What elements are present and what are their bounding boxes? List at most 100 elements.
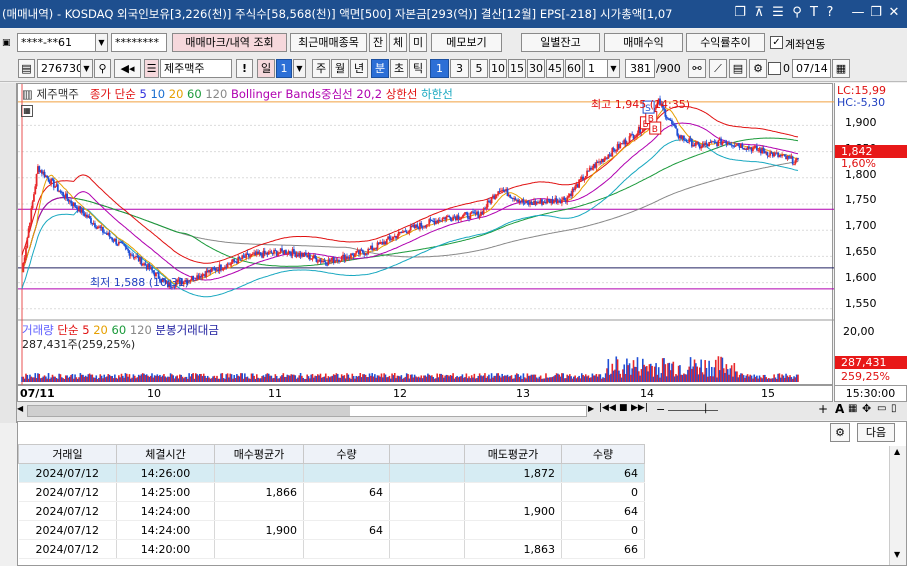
interval-1-button[interactable]: 1 bbox=[430, 59, 449, 78]
table-row[interactable]: 2024/07/12 14:25:00 1,866 64 0 bbox=[18, 482, 645, 502]
period-week-button[interactable]: 주 bbox=[312, 59, 330, 78]
price-chart-panel[interactable]: BBBS ▥ 제주맥주 종가 단순 5 10 20 60 120 Bolling… bbox=[17, 83, 834, 386]
table-row[interactable]: 2024/07/12 14:24:00 1,900 64 bbox=[18, 501, 645, 521]
password-input[interactable]: ******** bbox=[111, 33, 167, 52]
stop-icon[interactable]: ■ bbox=[619, 403, 628, 413]
interval-15-button[interactable]: 15 bbox=[508, 59, 526, 78]
first-page-icon[interactable]: |◀◀ bbox=[599, 403, 616, 413]
balance-button[interactable]: 잔 bbox=[369, 33, 387, 52]
account-input[interactable]: ****-**61 bbox=[17, 33, 96, 52]
next-button[interactable]: 다음 bbox=[857, 423, 895, 442]
memo-button[interactable]: 메모보기 bbox=[431, 33, 502, 52]
candle-body bbox=[111, 237, 114, 241]
minimize-icon[interactable]: — bbox=[850, 5, 866, 21]
table-cell: 2024/07/12 bbox=[18, 520, 117, 540]
interval-5-button[interactable]: 5 bbox=[470, 59, 488, 78]
text-icon[interactable]: T bbox=[806, 5, 822, 21]
candle-body bbox=[289, 251, 291, 254]
zoom-out-icon[interactable]: − bbox=[656, 403, 665, 416]
code-dropdown-icon[interactable]: ▼ bbox=[80, 59, 93, 78]
stock-code-input[interactable]: 276730 bbox=[37, 59, 83, 78]
zoom-slider[interactable] bbox=[668, 410, 718, 411]
table-scroll-up-icon[interactable]: ▲ bbox=[894, 447, 900, 456]
interest-icon[interactable]: ☰ bbox=[144, 59, 159, 78]
recent-stocks-button[interactable]: 최근매매종목 bbox=[290, 33, 367, 52]
period-minute-button[interactable]: 분 bbox=[371, 59, 389, 78]
account-dropdown-icon[interactable]: ▼ bbox=[95, 33, 108, 52]
bar-count-input[interactable]: 381 bbox=[625, 59, 655, 78]
next-page-icon[interactable]: ▶▶| bbox=[631, 403, 648, 413]
candle-body bbox=[603, 158, 606, 162]
period-day-button[interactable]: 일 bbox=[257, 59, 275, 78]
grid-settings-icon[interactable]: ⚙ bbox=[830, 423, 850, 442]
period-tick-button[interactable]: 틱 bbox=[409, 59, 427, 78]
scrollbar-thumb[interactable] bbox=[28, 406, 350, 416]
trade-profit-button[interactable]: 매매수익 bbox=[604, 33, 683, 52]
draw-line-icon[interactable]: ⟋ bbox=[709, 59, 727, 78]
link-icon[interactable]: ☰ bbox=[770, 5, 786, 21]
unfilled-button[interactable]: 미 bbox=[409, 33, 427, 52]
zoom-slider-handle[interactable]: | bbox=[704, 403, 707, 414]
count-input[interactable]: 1 bbox=[584, 59, 608, 78]
grid-icon[interactable]: ▦ bbox=[848, 403, 857, 414]
period-year-button[interactable]: 년 bbox=[350, 59, 368, 78]
user-icon[interactable]: ⚲ bbox=[789, 5, 805, 21]
scroll-right-icon[interactable]: ▶ bbox=[588, 404, 594, 413]
account-link-checkbox[interactable]: ✓ bbox=[770, 36, 783, 49]
maximize-icon[interactable]: ❐ bbox=[868, 5, 884, 21]
trade-mark-query-button[interactable]: 매매마크/내역 조회 bbox=[172, 33, 287, 52]
candle-body bbox=[90, 218, 92, 224]
day-dropdown-icon[interactable]: ▼ bbox=[293, 59, 306, 78]
move-icon[interactable]: ✥ bbox=[862, 402, 871, 415]
chart-grid-toggle-icon[interactable]: ▦ bbox=[21, 105, 33, 117]
window-toggle-icon[interactable]: ▭ bbox=[877, 403, 886, 414]
candle-body bbox=[676, 128, 679, 136]
candle-body bbox=[74, 202, 76, 207]
search-icon[interactable]: ⚲ bbox=[94, 59, 111, 78]
table-scroll-down-icon[interactable]: ▼ bbox=[894, 550, 900, 559]
close-icon[interactable]: ✕ bbox=[886, 5, 902, 21]
table-row[interactable]: 2024/07/12 14:24:00 1,900 64 0 bbox=[18, 520, 645, 540]
calendar-icon[interactable]: ▦ bbox=[832, 59, 850, 78]
scroll-left-icon[interactable]: ◀ bbox=[17, 404, 27, 417]
zoom-in-icon[interactable]: + bbox=[818, 402, 828, 416]
table-cell: 0 bbox=[561, 482, 645, 502]
speaker-icon[interactable]: ◀◂ bbox=[114, 59, 141, 78]
day-count-field[interactable]: 1 bbox=[276, 59, 292, 78]
interval-60-button[interactable]: 60 bbox=[565, 59, 583, 78]
split-icon[interactable]: ▯ bbox=[891, 403, 897, 414]
interval-3-button[interactable]: 3 bbox=[450, 59, 469, 78]
restore-icon[interactable]: ❐ bbox=[732, 5, 748, 21]
date-input[interactable]: 07/14 bbox=[792, 59, 831, 78]
chart-scrollbar[interactable] bbox=[27, 405, 587, 417]
interval-10-button[interactable]: 10 bbox=[489, 59, 507, 78]
window-menu-icon[interactable]: ▣ bbox=[2, 38, 11, 48]
table-cell: 2024/07/12 bbox=[18, 539, 117, 559]
period-month-button[interactable]: 월 bbox=[331, 59, 349, 78]
table-cell: 14:24:00 bbox=[116, 520, 215, 540]
period-second-button[interactable]: 초 bbox=[390, 59, 408, 78]
help-icon[interactable]: ? bbox=[822, 5, 838, 21]
return-trend-button[interactable]: 수익률추이 bbox=[686, 33, 765, 52]
candle-body bbox=[229, 264, 232, 266]
font-size-icon[interactable]: A bbox=[835, 402, 844, 416]
interval-30-button[interactable]: 30 bbox=[527, 59, 545, 78]
save-icon[interactable]: ▤ bbox=[729, 59, 747, 78]
candle-type-icon[interactable]: ⚯ bbox=[688, 59, 706, 78]
candle-body bbox=[734, 145, 737, 147]
date-checkbox[interactable] bbox=[768, 62, 781, 75]
candle-body bbox=[324, 262, 327, 265]
table-scrollbar[interactable]: ▲ ▼ bbox=[889, 446, 906, 565]
interval-45-button[interactable]: 45 bbox=[546, 59, 564, 78]
count-dropdown-icon[interactable]: ▼ bbox=[607, 59, 620, 78]
table-row[interactable]: 2024/07/12 14:20:00 1,863 66 bbox=[18, 539, 645, 559]
gear-icon[interactable]: ⚙ bbox=[749, 59, 767, 78]
executed-button[interactable]: 체 bbox=[389, 33, 407, 52]
pin-icon[interactable]: ⊼ bbox=[751, 5, 767, 21]
chart-settings-icon[interactable]: ▤ bbox=[18, 59, 35, 78]
table-row[interactable]: 2024/07/12 14:26:00 1,872 64 bbox=[18, 463, 645, 483]
table-cell: 1,900 bbox=[214, 520, 304, 540]
daily-balance-button[interactable]: 일별잔고 bbox=[521, 33, 600, 52]
alert-button[interactable]: ! bbox=[236, 59, 253, 78]
candle-body bbox=[461, 216, 464, 218]
